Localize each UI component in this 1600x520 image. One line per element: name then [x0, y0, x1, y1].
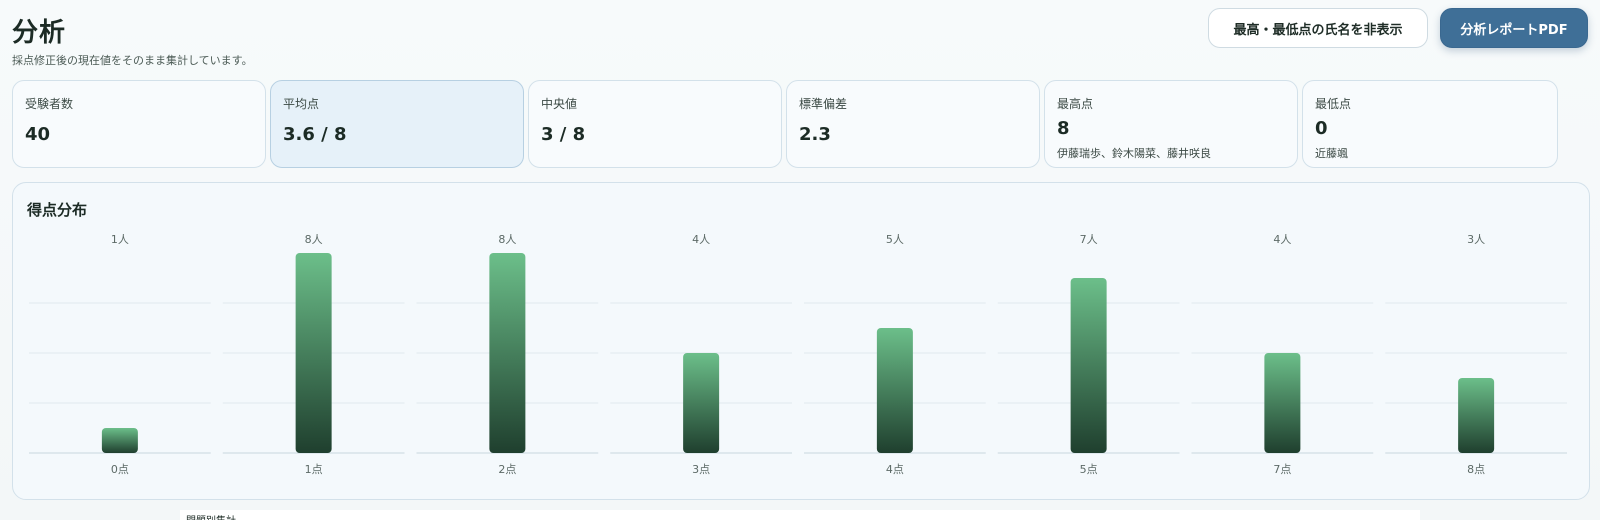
question-summary-panel	[180, 510, 1420, 520]
stat-value: 8	[1057, 118, 1070, 139]
bar-value-label: 7人	[1080, 233, 1098, 246]
stat-label: 最低点	[1315, 97, 1352, 111]
category-label: 3点	[692, 463, 710, 476]
page-title: 分析	[12, 18, 67, 48]
analysis-page: 分析 採点修正後の現在値をそのまま集計しています。 最高・最低点の氏名を非表示 …	[0, 0, 1600, 520]
stat-card-average: 平均点 3.6 / 8	[270, 80, 524, 168]
category-label: 4点	[886, 463, 904, 476]
score-distribution-card: 得点分布 1人 0点 8人 1点 8人 2点 4人 3点 5人 4点 7人 5点 4人 7点 3人 8点	[12, 182, 1590, 500]
stat-label: 平均点	[283, 97, 320, 111]
stat-card-stddev: 標準偏差 2.3	[786, 80, 1040, 168]
stat-label: 標準偏差	[799, 97, 848, 111]
bar-value-label: 8人	[498, 233, 516, 246]
stat-names: 近藤颯	[1315, 147, 1348, 160]
stat-label: 受験者数	[25, 97, 74, 111]
bar-0点[interactable]	[101, 428, 138, 453]
bar-1点[interactable]	[295, 253, 332, 453]
category-label: 2点	[498, 463, 516, 476]
stat-label: 最高点	[1057, 97, 1094, 111]
page-subtitle: 採点修正後の現在値をそのまま集計しています。	[12, 54, 253, 67]
bar-value-label: 4人	[1273, 233, 1291, 246]
stat-label: 中央値	[541, 97, 578, 111]
stat-card-examinees: 受験者数 40	[12, 80, 266, 168]
category-label: 1点	[305, 463, 323, 476]
bar-7点[interactable]	[1264, 353, 1301, 453]
bar-value-label: 5人	[886, 233, 904, 246]
bar-8点[interactable]	[1458, 378, 1495, 453]
bar-3点[interactable]	[683, 353, 720, 453]
stat-value: 0	[1315, 118, 1328, 139]
bar-value-label: 8人	[305, 233, 323, 246]
category-label: 5点	[1080, 463, 1098, 476]
hide-names-button[interactable]: 最高・最低点の氏名を非表示	[1208, 8, 1428, 48]
question-summary-title: 問題別集計	[186, 512, 236, 520]
category-label: 8点	[1467, 463, 1485, 476]
bar-value-label: 3人	[1467, 233, 1485, 246]
stat-value: 40	[25, 124, 51, 145]
stat-card-median: 中央値 3 / 8	[528, 80, 782, 168]
category-label: 7点	[1273, 463, 1291, 476]
bar-5点[interactable]	[1070, 278, 1107, 453]
stat-card-min: 最低点 0 近藤颯	[1302, 80, 1558, 168]
bar-value-label: 1人	[111, 233, 129, 246]
bar-4点[interactable]	[876, 328, 913, 453]
stat-names: 伊藤瑞歩、鈴木陽菜、藤井咲良	[1057, 147, 1211, 160]
bar-value-label: 4人	[692, 233, 710, 246]
stat-value: 3 / 8	[541, 124, 586, 145]
stat-value: 3.6 / 8	[283, 124, 347, 145]
category-label: 0点	[111, 463, 129, 476]
stat-card-max: 最高点 8 伊藤瑞歩、鈴木陽菜、藤井咲良	[1044, 80, 1298, 168]
stats-row: 受験者数 40 平均点 3.6 / 8 中央値 3 / 8 標準偏差 2.3 最…	[12, 80, 1590, 168]
analysis-report-pdf-button[interactable]: 分析レポートPDF	[1440, 8, 1588, 48]
stat-value: 2.3	[799, 124, 831, 145]
bar-2点[interactable]	[489, 253, 526, 453]
score-distribution-chart: 1人 0点 8人 1点 8人 2点 4人 3点 5人 4点 7人 5点 4人 7点 3人 8点	[29, 233, 1567, 476]
